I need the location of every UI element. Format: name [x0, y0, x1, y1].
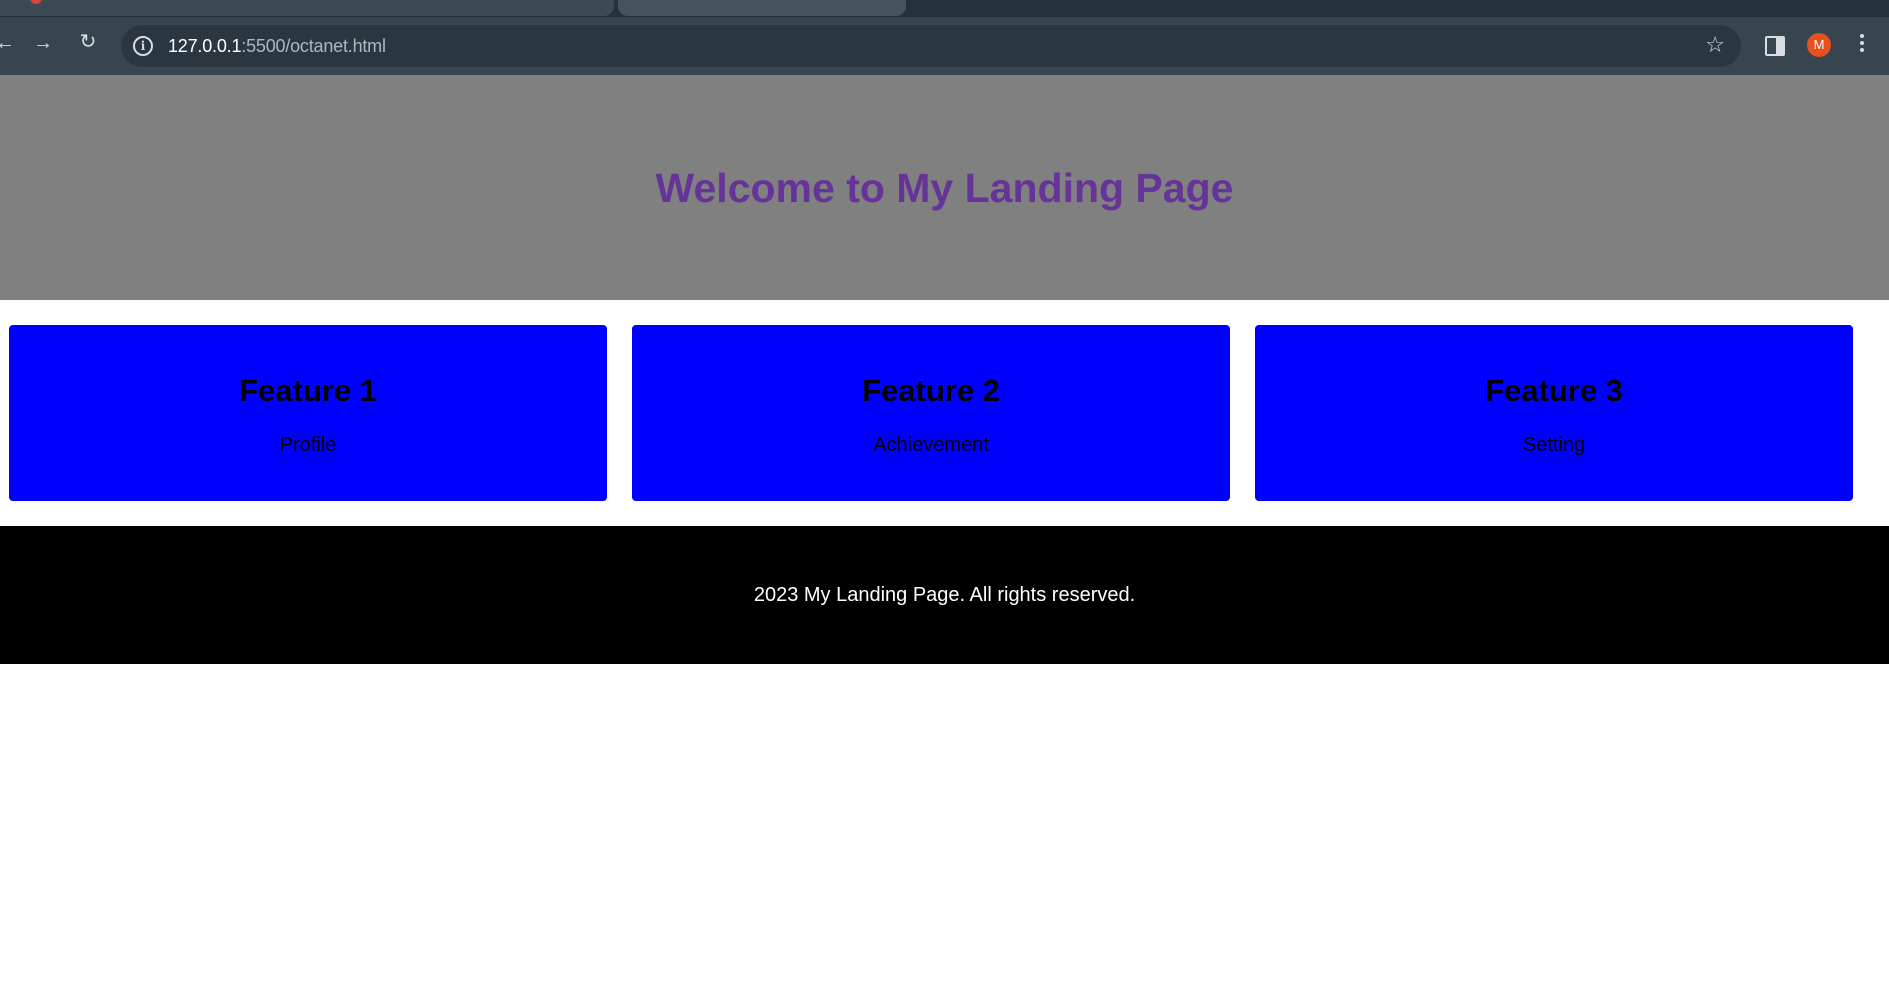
page-footer: 2023 My Landing Page. All rights reserve…: [0, 526, 1889, 664]
feature-text: Setting: [1522, 434, 1586, 456]
feature-title: Feature 2: [862, 373, 1000, 408]
menu-icon[interactable]: [1860, 34, 1864, 55]
forward-icon[interactable]: →: [30, 32, 56, 54]
feature-card-3: Feature 3 Setting: [1255, 325, 1853, 501]
address-bar[interactable]: i 127.0.0.1:5500/octanet.html ☆: [121, 25, 1741, 67]
back-icon[interactable]: ←: [0, 32, 18, 54]
url-path: :5500/octanet.html: [241, 36, 386, 56]
address-url[interactable]: 127.0.0.1:5500/octanet.html: [168, 36, 386, 57]
page-viewport: Welcome to My Landing Page Feature 1 Pro…: [0, 75, 1889, 984]
bookmark-star-icon[interactable]: ☆: [1705, 33, 1725, 57]
feature-text: Achievement: [873, 434, 989, 456]
footer-text: 2023 My Landing Page. All rights reserve…: [753, 584, 1136, 606]
tab-active[interactable]: [618, 0, 906, 16]
feature-card-2: Feature 2 Achievement: [632, 325, 1230, 501]
feature-text: Profile: [279, 434, 337, 456]
tab-favicon-icon: [30, 0, 42, 4]
page-title: Welcome to My Landing Page: [655, 165, 1234, 211]
features-section: Feature 1 Profile Feature 2 Achievement …: [0, 300, 1889, 526]
side-panel-icon[interactable]: [1765, 36, 1785, 56]
tab-inactive[interactable]: [0, 0, 614, 16]
reload-icon[interactable]: ↻: [75, 31, 101, 53]
url-host: 127.0.0.1: [168, 36, 242, 56]
profile-avatar[interactable]: M: [1807, 33, 1831, 57]
hero-section: Welcome to My Landing Page: [0, 75, 1889, 300]
feature-title: Feature 1: [239, 373, 377, 408]
browser-toolbar: ← → ↻ i 127.0.0.1:5500/octanet.html ☆ M: [0, 17, 1889, 75]
feature-title: Feature 3: [1485, 373, 1623, 408]
site-info-icon[interactable]: i: [133, 36, 153, 56]
tab-strip: [0, 0, 1889, 17]
feature-card-1: Feature 1 Profile: [9, 325, 607, 501]
